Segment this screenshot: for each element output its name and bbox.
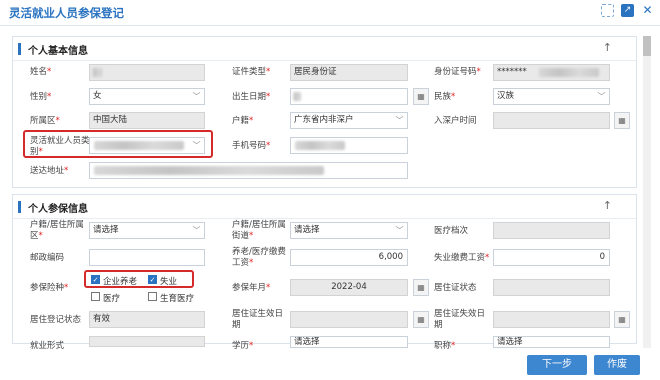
hukou-district-label: 户籍/居住所属区* (30, 220, 84, 241)
education-select[interactable]: 请选择 (290, 336, 408, 348)
pension-checkbox[interactable]: ✓ (91, 275, 100, 284)
id-number-label: 身份证号码* (434, 67, 481, 77)
collapse-arrow-icon[interactable]: ↑ (603, 199, 612, 212)
chevron-down-icon: ﹀ (395, 226, 404, 235)
hukou-label: 户籍* (232, 116, 254, 126)
address-field[interactable] (89, 162, 408, 179)
entry-time-field (493, 112, 610, 129)
ethnic-label: 民族* (434, 92, 456, 102)
unemp-base-field[interactable]: 0 (493, 249, 610, 266)
calendar-icon[interactable]: ▦ (413, 279, 429, 296)
residence-start-field (290, 311, 408, 328)
section-marker (18, 43, 21, 55)
phone-field[interactable] (290, 137, 408, 154)
calendar-icon[interactable]: ▦ (413, 88, 429, 105)
residence-end-label: 居住证失效日期 (434, 309, 486, 330)
scrollbar[interactable] (643, 36, 651, 348)
hukou-street-label: 户籍/居住所属街道* (232, 220, 286, 241)
pension-base-field[interactable]: 6,000 (290, 249, 408, 266)
residence-status-field (493, 279, 610, 296)
chevron-down-icon: ﹀ (192, 92, 201, 101)
calendar-icon[interactable]: ▦ (413, 311, 429, 328)
section-marker (18, 201, 21, 213)
entry-time-label: 入深户时间 (434, 116, 477, 126)
residence-end-field (493, 311, 610, 328)
chevron-down-icon: ﹀ (395, 116, 404, 125)
cancel-button[interactable]: 作废 (594, 355, 640, 375)
section-title: 个人参保信息 (28, 204, 88, 215)
region-label: 所属区* (30, 116, 60, 126)
maternity-checkbox-label: 生育医疗 (160, 294, 195, 304)
section-header: 个人基本信息 ↑ (13, 37, 636, 61)
medical-level-label: 医疗档次 (434, 226, 469, 236)
title-select[interactable]: 请选择 (493, 336, 610, 348)
highlight-box (23, 130, 213, 158)
birth-date-field[interactable] (290, 88, 408, 105)
insurance-types-label: 参保险种* (30, 283, 69, 293)
pension-base-label: 养老/医疗缴费工资* (232, 247, 286, 268)
reg-status-field: 有效 (89, 311, 205, 328)
close-icon[interactable]: ✕ (641, 4, 654, 17)
scrollbar-thumb[interactable] (643, 36, 651, 56)
unemployment-checkbox[interactable]: ✓ (148, 275, 157, 284)
birth-date-label: 出生日期* (232, 92, 271, 102)
chevron-down-icon: ﹀ (597, 92, 606, 101)
gender-select[interactable]: 女 ﹀ (89, 88, 205, 105)
employment-field (89, 336, 205, 347)
highlight-box (84, 270, 194, 288)
region-field: 中国大陆 (89, 112, 205, 129)
popout-icon[interactable]: ↗ (621, 4, 634, 17)
reg-status-label: 居住登记状态 (30, 315, 82, 325)
chevron-down-icon: ﹀ (192, 226, 201, 235)
phone-label: 手机号码* (232, 141, 271, 151)
address-label: 送达地址* (30, 166, 69, 176)
medical-checkbox-label: 医疗 (103, 294, 121, 304)
employment-label: 就业形式 (30, 341, 65, 351)
year-month-field: 2022-04 (290, 279, 408, 296)
fullscreen-icon[interactable] (601, 4, 614, 17)
hukou-street-select[interactable]: 请选择 ﹀ (290, 222, 408, 239)
residence-status-label: 居住证状态 (434, 283, 477, 293)
year-month-label: 参保年月* (232, 283, 271, 293)
unemployment-checkbox-label: 失业 (160, 277, 178, 287)
hukou-select[interactable]: 广东省内非深户 ﹀ (290, 112, 408, 129)
collapse-arrow-icon[interactable]: ↑ (603, 41, 612, 54)
name-field[interactable] (89, 64, 205, 81)
pension-checkbox-label: 企业养老 (103, 277, 138, 287)
dialog-title: 灵活就业人员参保登记 (9, 6, 124, 20)
education-label: 学历* (232, 341, 254, 351)
section-title: 个人基本信息 (28, 46, 88, 57)
medical-checkbox[interactable] (91, 292, 100, 301)
next-button[interactable]: 下一步 (527, 355, 587, 375)
title-label: 职称* (434, 341, 456, 351)
calendar-icon[interactable]: ▦ (614, 112, 630, 129)
hukou-district-select[interactable]: 请选择 ﹀ (89, 222, 205, 239)
postcode-label: 邮政编码 (30, 253, 65, 263)
ethnic-select[interactable]: 汉族 ﹀ (493, 88, 610, 105)
id-number-field: ******* (493, 64, 610, 81)
unemp-base-label: 失业缴费工资* (434, 253, 490, 263)
medical-level-field (493, 222, 610, 239)
postcode-field[interactable] (89, 249, 205, 266)
section-header: 个人参保信息 ↑ (13, 195, 636, 219)
dialog-titlebar: 灵活就业人员参保登记 ↗ ✕ (0, 0, 660, 26)
cert-type-label: 证件类型* (232, 67, 271, 77)
name-label: 姓名* (30, 67, 52, 77)
calendar-icon[interactable]: ▦ (614, 311, 630, 328)
maternity-checkbox[interactable] (148, 292, 157, 301)
gender-label: 性别* (30, 92, 52, 102)
cert-type-field: 居民身份证 (290, 64, 408, 81)
residence-start-label: 居住证生效日期 (232, 309, 284, 330)
